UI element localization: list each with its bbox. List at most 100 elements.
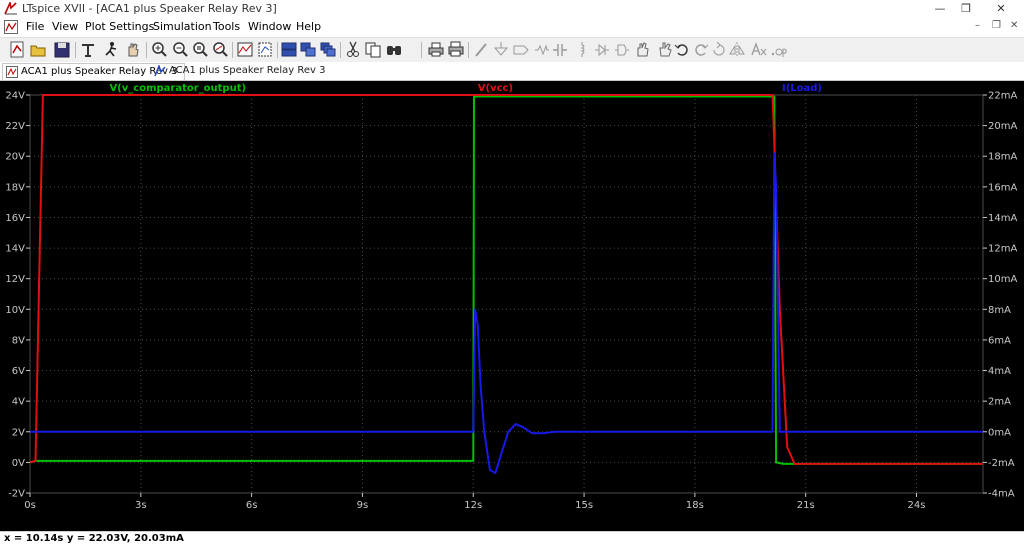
trace-label-2[interactable]: I(Load) <box>782 83 822 94</box>
drag-icon <box>659 42 672 57</box>
y-left-tick-label-9: 16V <box>5 213 25 224</box>
find-icon <box>387 46 401 55</box>
diode-button[interactable] <box>593 40 611 59</box>
cascade-button[interactable] <box>319 40 337 59</box>
menu-tools[interactable]: Tools <box>213 20 240 33</box>
y-right-axis: -4mA -2mA 0mA 2mA 4mA 6mA 8mA 10mA 12mA 14mA 16mA 1… <box>983 91 1017 500</box>
toolbar <box>0 38 1024 63</box>
waveform-plot-svg[interactable]: -2V 0V 2V 4V 6V 8V 10V 12V 14V 16V 18V 20V 22V 24V -4… <box>0 81 1024 531</box>
open-icon <box>30 45 46 57</box>
menu-help[interactable]: Help <box>296 20 321 33</box>
find-button[interactable] <box>385 40 403 59</box>
cascade-icon <box>320 42 336 57</box>
spice-directive-button[interactable] <box>770 40 788 59</box>
inductor-button[interactable] <box>573 40 591 59</box>
y-right-tick-label-10: 16mA <box>988 182 1017 193</box>
spice-directive-icon <box>771 48 787 57</box>
menu-window[interactable]: Window <box>248 20 291 33</box>
halt-button[interactable] <box>124 40 142 59</box>
inductor-icon <box>580 42 585 57</box>
y-left-tick-label-12: 22V <box>5 121 25 132</box>
autorange-icon <box>237 42 253 57</box>
cut-button[interactable] <box>344 40 362 59</box>
save-icon <box>54 42 70 58</box>
undo-button[interactable] <box>673 40 691 59</box>
mdi-minimize-button[interactable]: – <box>975 20 980 31</box>
zoom-in-button[interactable] <box>150 40 168 59</box>
y-left-tick-label-13: 24V <box>5 91 25 102</box>
drag-button[interactable] <box>656 40 674 59</box>
zoom-area-icon <box>193 42 208 57</box>
cursor-readout: x = 10.14s y = 22.03V, 20.03mA <box>4 533 184 544</box>
x-tick-label-8: 24s <box>908 500 926 511</box>
mirror-button[interactable] <box>728 40 746 59</box>
zoom-fit-button[interactable] <box>211 40 229 59</box>
x-tick-label-2: 6s <box>246 500 258 511</box>
title-bar: LTspice XVII - [ACA1 plus Speaker Relay … <box>0 0 1024 17</box>
y-right-tick-label-5: 6mA <box>988 335 1011 346</box>
tile-vertical-icon <box>281 42 297 57</box>
text-button[interactable] <box>750 40 768 59</box>
y-right-tick-label-1: -2mA <box>988 458 1015 469</box>
run-button[interactable] <box>102 40 120 59</box>
mdi-close-button[interactable]: ✕ <box>1010 20 1018 31</box>
x-tick-label-3: 9s <box>357 500 369 511</box>
cut-icon <box>347 41 359 57</box>
plot-grid <box>29 94 983 494</box>
wire-button[interactable] <box>472 40 490 59</box>
ltspice-logo-icon <box>4 2 17 15</box>
zoom-area-button[interactable] <box>191 40 209 59</box>
save-button[interactable] <box>53 40 71 59</box>
redo-button[interactable] <box>692 40 710 59</box>
move-button[interactable] <box>634 40 652 59</box>
tile-horizontal-icon <box>300 42 316 57</box>
zoom-extents-button[interactable] <box>256 40 274 59</box>
label-button[interactable] <box>512 40 530 59</box>
tab-bar: ACA1 plus Speaker Relay Rev 3 ACA1 plus … <box>0 62 1024 81</box>
y-right-tick-label-7: 10mA <box>988 274 1017 285</box>
schematic-tab-icon <box>6 66 18 78</box>
print-icon <box>428 42 444 57</box>
menu-view[interactable]: View <box>52 20 78 33</box>
print-button[interactable] <box>427 40 445 59</box>
tile-horizontal-button[interactable] <box>299 40 317 59</box>
series-layer <box>29 94 983 475</box>
rotate-button[interactable] <box>710 40 728 59</box>
open-button[interactable] <box>29 40 47 59</box>
resistor-button[interactable] <box>533 40 551 59</box>
menu-plot-settings[interactable]: Plot Settings <box>85 20 154 33</box>
zoom-in-icon <box>152 42 167 57</box>
new-schematic-icon <box>10 41 24 58</box>
waveform-plot[interactable]: -2V 0V 2V 4V 6V 8V 10V 12V 14V 16V 18V 20V 22V 24V -4… <box>0 81 1024 531</box>
control-panel-button[interactable] <box>79 40 97 59</box>
y-right-tick-label-11: 18mA <box>988 152 1017 163</box>
maximize-window-button[interactable]: ❐ <box>951 0 981 17</box>
wire-icon <box>475 43 487 57</box>
component-button[interactable] <box>613 40 631 59</box>
y-right-tick-label-4: 4mA <box>988 366 1011 377</box>
trace-label-0[interactable]: V(v_comparator_output) <box>109 83 246 94</box>
zoom-out-button[interactable] <box>171 40 189 59</box>
x-tick-label-7: 21s <box>797 500 815 511</box>
tile-vertical-button[interactable] <box>280 40 298 59</box>
trace-label-1[interactable]: V(vcc) <box>478 83 513 94</box>
print-setup-button[interactable] <box>447 40 465 59</box>
move-icon <box>637 42 649 57</box>
autorange-button[interactable] <box>236 40 254 59</box>
capacitor-button[interactable] <box>551 40 569 59</box>
menu-simulation[interactable]: Simulation <box>153 20 212 33</box>
ground-button[interactable] <box>492 40 510 59</box>
window-title: LTspice XVII - [ACA1 plus Speaker Relay … <box>22 2 277 15</box>
new-schematic-button[interactable] <box>8 40 26 59</box>
x-tick-label-4: 12s <box>464 500 482 511</box>
y-left-tick-label-7: 12V <box>5 274 25 285</box>
menu-file[interactable]: File <box>26 20 44 33</box>
resistor-icon <box>535 44 549 56</box>
y-right-tick-label-13: 22mA <box>988 91 1017 102</box>
mdi-restore-button[interactable]: ❐ <box>992 20 1001 31</box>
y-left-tick-label-6: 10V <box>5 305 25 316</box>
copy-button[interactable] <box>364 40 382 59</box>
close-window-button[interactable]: ✕ <box>986 0 1016 17</box>
y-left-axis: -2V 0V 2V 4V 6V 8V 10V 12V 14V 16V 18V 20V 22V 24V <box>5 91 30 500</box>
tab-waveform[interactable]: ACA1 plus Speaker Relay Rev 3 <box>151 63 332 79</box>
